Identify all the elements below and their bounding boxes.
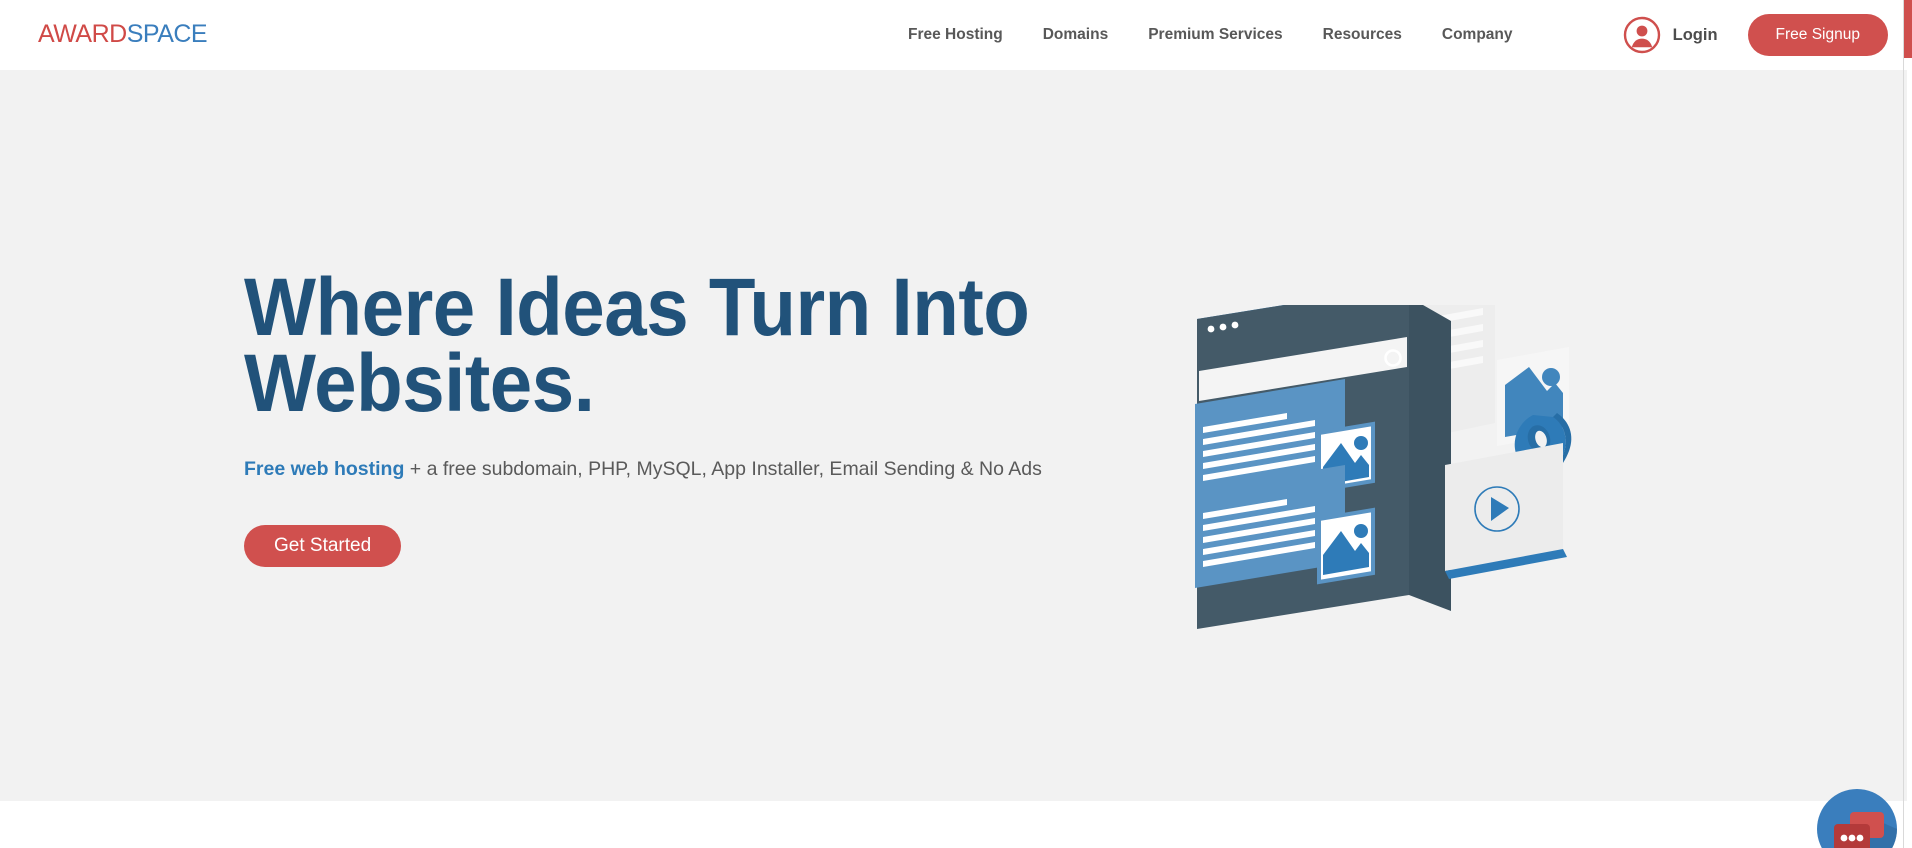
site-logo[interactable]: AWARDSPACE [38, 20, 208, 48]
user-avatar-icon[interactable] [1623, 16, 1661, 54]
nav-item-premium-services[interactable]: Premium Services [1128, 0, 1302, 70]
hero-subtitle-accent: Free web hosting [244, 457, 405, 480]
page-root: AWARDSPACE Free Hosting Domains Premium … [0, 0, 1912, 848]
hero-illustration [1189, 285, 1655, 705]
hero-subtitle: Free web hosting + a free subdomain, PHP… [244, 456, 1164, 483]
nav-item-free-hosting[interactable]: Free Hosting [888, 0, 1023, 70]
hero-copy-block: Where Ideas Turn Into Websites. Free web… [244, 262, 1164, 567]
nav-item-company[interactable]: Company [1422, 0, 1533, 70]
account-area: Login Free Signup [1623, 0, 1902, 70]
main-navigation: Free Hosting Domains Premium Services Re… [888, 0, 1533, 70]
logo-text-space: SPACE [126, 20, 208, 48]
nav-item-resources[interactable]: Resources [1303, 0, 1422, 70]
hero-subtitle-rest: + a free subdomain, PHP, MySQL, App Inst… [404, 457, 1042, 480]
logo-text-award: AWARD [38, 20, 127, 48]
free-signup-button[interactable]: Free Signup [1747, 14, 1888, 56]
hero-section: Where Ideas Turn Into Websites. Free web… [0, 70, 1907, 801]
get-started-button[interactable]: Get Started [244, 524, 402, 567]
right-edge-accent-strip [1904, 0, 1912, 58]
site-header: AWARDSPACE Free Hosting Domains Premium … [0, 0, 1907, 70]
right-edge-divider [1903, 0, 1904, 848]
page-title: Where Ideas Turn Into Websites. [244, 262, 1030, 430]
chat-bubbles-icon[interactable] [1816, 788, 1898, 848]
nav-item-domains[interactable]: Domains [1023, 0, 1128, 70]
login-link[interactable]: Login [1673, 26, 1718, 45]
